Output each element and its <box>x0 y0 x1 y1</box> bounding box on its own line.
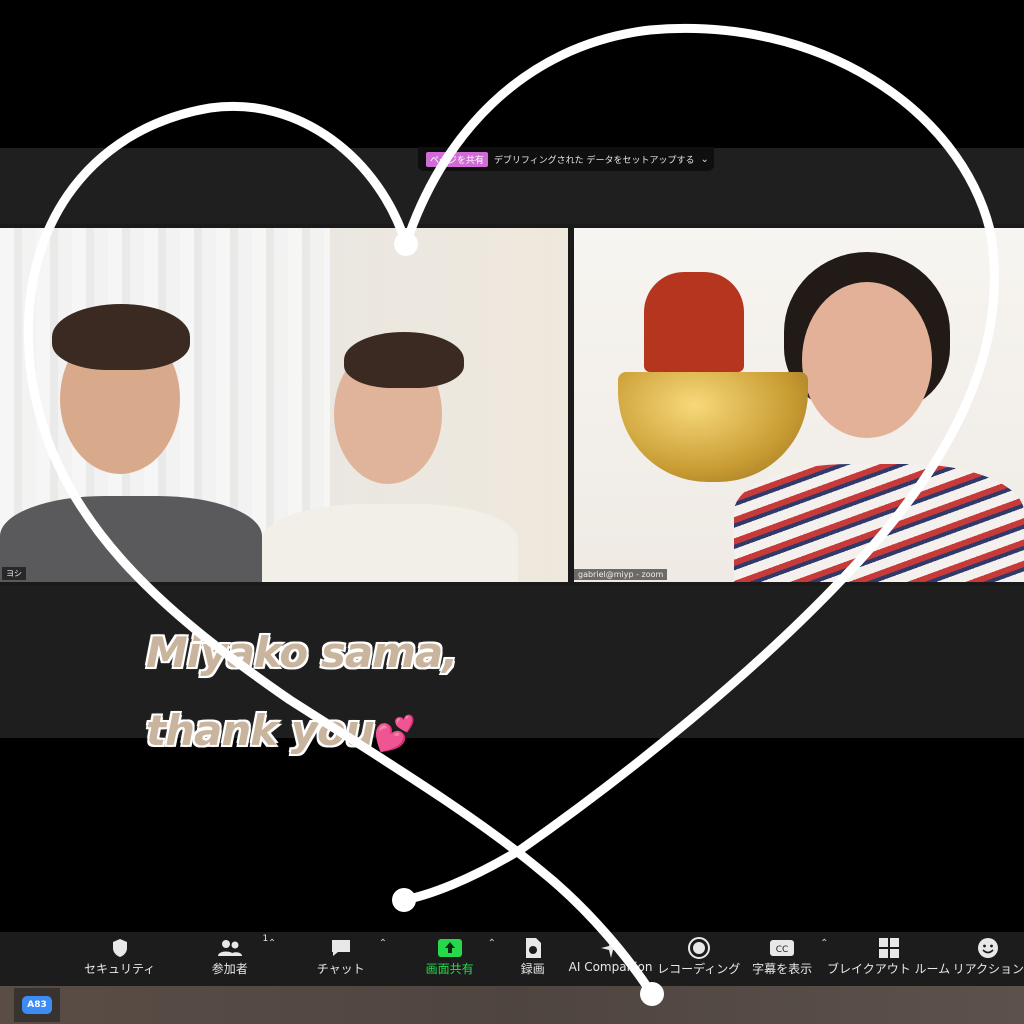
share-banner-text: デブリフィングされた データをセットアップする <box>493 155 695 166</box>
participants-button[interactable]: 1 ⌃ 参加者 <box>195 932 276 977</box>
chevron-down-icon[interactable]: ⌄ <box>701 154 709 165</box>
screen-share-banner[interactable]: ページを共有 デブリフィングされた データをセットアップする ⌄ <box>418 147 714 171</box>
chat-button[interactable]: ⌃ チャット <box>306 932 387 977</box>
breakout-rooms-label: ブレイクアウト ルーム <box>826 962 951 976</box>
shield-icon <box>111 936 129 960</box>
share-tag: ページを共有 <box>426 151 488 167</box>
share-screen-label: 画面共有 <box>425 962 474 976</box>
video-tile-left[interactable]: ヨシ <box>0 228 568 582</box>
caption-line-2-text: thank you <box>146 706 375 755</box>
meeting-toolbar: セキュリティ 1 ⌃ 参加者 ⌃ チャット ⌃ 画面共有 録画 AI Compa… <box>0 932 1024 986</box>
caption-line-1: Miyako sama, <box>146 628 458 677</box>
recording-label: レコーディング <box>657 962 741 976</box>
participant-woman-body <box>262 504 518 582</box>
participants-label: 参加者 <box>211 962 248 976</box>
participant-woman2-face <box>802 282 932 438</box>
decorative-panel <box>644 272 744 372</box>
record-icon <box>524 936 542 960</box>
chevron-up-icon[interactable]: ⌃ <box>488 938 496 949</box>
participant-name-tag-right: gabriel@miyp - zoom <box>574 569 668 580</box>
reactions-icon <box>977 936 999 960</box>
share-screen-button[interactable]: ⌃ 画面共有 <box>415 932 496 977</box>
participants-icon <box>217 936 243 960</box>
singing-bowl <box>618 372 808 482</box>
hearts-emoji: 💕 <box>373 714 416 754</box>
record-label: 録画 <box>520 962 545 976</box>
taskbar-app-button[interactable]: A83 <box>14 988 60 1022</box>
participant-man-body <box>0 496 262 582</box>
captions-icon: CC <box>769 936 795 960</box>
participant-man-hair <box>52 304 190 370</box>
record-button[interactable]: 録画 <box>504 932 561 977</box>
chevron-up-icon[interactable]: ⌃ <box>820 938 828 949</box>
captions-label: 字幕を表示 <box>752 962 813 976</box>
recording-button[interactable]: レコーディング <box>657 932 741 977</box>
security-label: セキュリティ <box>84 962 156 976</box>
participant-woman2-body <box>734 464 1024 582</box>
security-button[interactable]: セキュリティ <box>84 932 155 977</box>
chat-label: チャット <box>316 962 365 976</box>
breakout-rooms-button[interactable]: ブレイクアウト ルーム <box>826 932 951 977</box>
chevron-up-icon[interactable]: ⌃ <box>268 938 276 949</box>
ai-companion-button[interactable]: AI Companion <box>567 932 653 974</box>
app-chip: A83 <box>22 996 52 1014</box>
share-screen-icon <box>437 936 462 960</box>
ai-companion-label: AI Companion <box>568 960 653 974</box>
participant-woman-hair <box>344 332 464 388</box>
dark-band-lower <box>0 738 1024 932</box>
captions-button[interactable]: CC ⌃ 字幕を表示 <box>748 932 828 977</box>
reactions-button[interactable]: リアクション <box>953 932 1024 977</box>
svg-text:CC: CC <box>776 945 789 955</box>
recording-icon <box>687 936 710 960</box>
participant-name-tag: ヨシ <box>2 567 26 580</box>
video-tile-right[interactable]: gabriel@miyp - zoom <box>574 228 1024 582</box>
ai-companion-icon <box>600 936 622 960</box>
breakout-rooms-icon <box>878 936 900 960</box>
reactions-label: リアクション <box>952 962 1024 976</box>
chevron-up-icon[interactable]: ⌃ <box>379 938 387 949</box>
chat-icon <box>330 936 352 960</box>
caption-line-2: thank you💕 <box>146 706 416 755</box>
os-taskbar <box>0 986 1024 1024</box>
